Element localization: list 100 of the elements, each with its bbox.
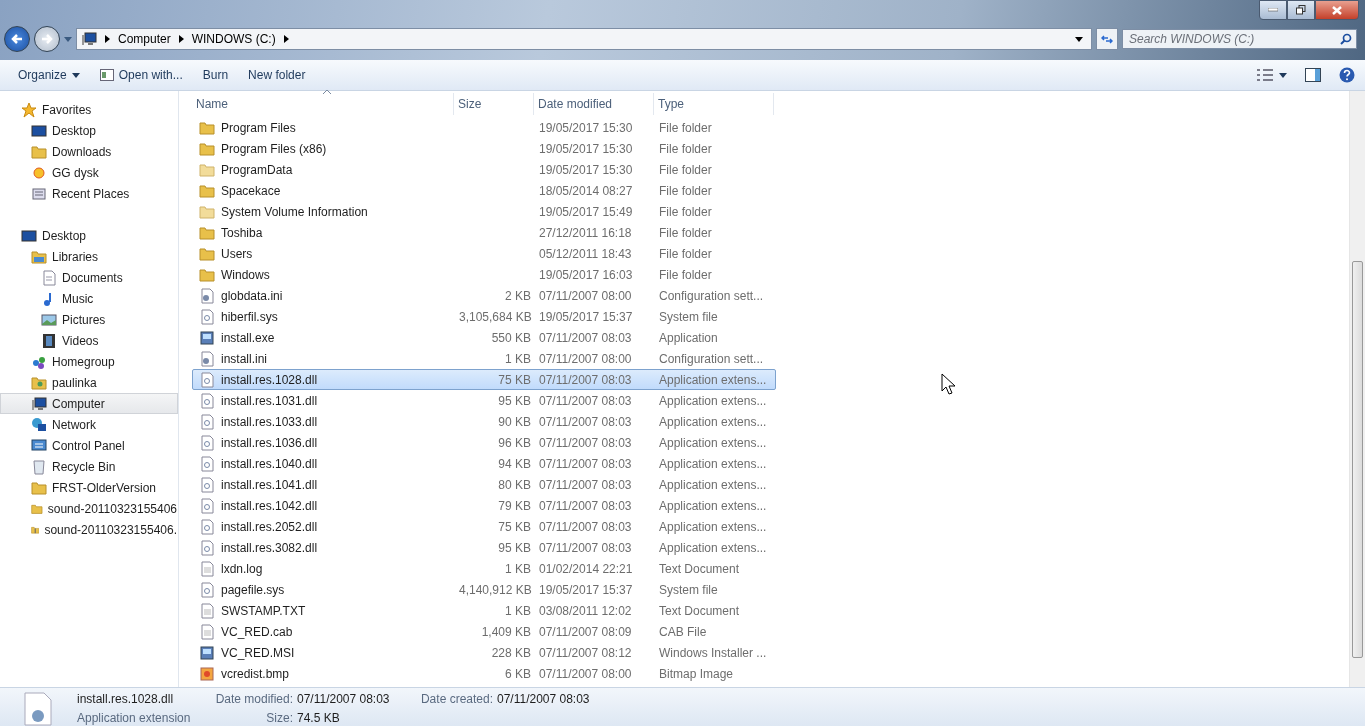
file-row[interactable]: ProgramData 19/05/2017 15:30 File folder (192, 159, 776, 180)
sidebar-icon (31, 437, 47, 454)
sidebar-item[interactable]: FRST-OlderVersion (0, 477, 178, 498)
caret-icon[interactable] (1279, 72, 1287, 78)
file-name: install.res.1036.dll (221, 435, 318, 450)
file-row[interactable]: lxdn.log 1 KB 01/02/2014 22:21 Text Document (192, 558, 776, 579)
preview-pane-icon[interactable] (1305, 68, 1321, 82)
file-type: File folder (659, 141, 712, 156)
file-name: hiberfil.sys (221, 309, 278, 324)
file-row[interactable]: Windows 19/05/2017 16:03 File folder (192, 264, 776, 285)
toolbar-button[interactable]: Burn (194, 65, 237, 85)
sidebar-item[interactable]: Computer (0, 393, 178, 414)
help-icon[interactable] (1339, 67, 1355, 83)
file-row[interactable]: install.res.2052.dll 75 KB 07/11/2007 08:03 Application extens... (192, 516, 776, 537)
maximize-button[interactable] (1287, 0, 1315, 20)
forward-button[interactable] (34, 26, 60, 52)
sidebar-item[interactable]: Videos (0, 330, 178, 351)
toolbar-button[interactable]: Open with... (91, 65, 191, 85)
file-row[interactable]: install.res.1040.dll 94 KB 07/11/2007 08:03 Application extens... (192, 453, 776, 474)
sidebar-item[interactable]: Homegroup (0, 351, 178, 372)
search-icon[interactable] (1340, 33, 1352, 45)
file-row[interactable]: install.exe 550 KB 07/11/2007 08:03 Application (192, 327, 776, 348)
file-row[interactable]: install.res.3082.dll 95 KB 07/11/2007 08:03 Application extens... (192, 537, 776, 558)
file-icon (199, 497, 215, 514)
file-row[interactable]: VC_RED.cab 1,409 KB 07/11/2007 08:09 CAB File (192, 621, 776, 642)
file-row[interactable]: VC_RED.MSI 228 KB 07/11/2007 08:12 Windows Installer ... (192, 642, 776, 663)
file-row[interactable]: install.res.1042.dll 79 KB 07/11/2007 08:03 Application extens... (192, 495, 776, 516)
file-name: SWSTAMP.TXT (221, 603, 306, 618)
column-header[interactable]: Name (192, 93, 454, 115)
file-name: System Volume Information (221, 204, 368, 219)
sidebar-item[interactable]: Desktop (0, 225, 178, 246)
refresh-button[interactable] (1096, 28, 1118, 50)
breadcrumb[interactable]: Computer (118, 32, 171, 46)
file-row[interactable]: Spacekace 18/05/2014 08:27 File folder (192, 180, 776, 201)
file-row[interactable]: install.res.1031.dll 95 KB 07/11/2007 08:03 Application extens... (192, 390, 776, 411)
file-row[interactable]: globdata.ini 2 KB 07/11/2007 08:00 Configuration sett... (192, 285, 776, 306)
chevron-icon[interactable] (283, 35, 289, 43)
file-row[interactable]: Users 05/12/2011 18:43 File folder (192, 243, 776, 264)
file-row[interactable]: SWSTAMP.TXT 1 KB 03/08/2011 12:02 Text Document (192, 600, 776, 621)
sidebar-item[interactable]: Desktop (0, 120, 178, 141)
caret-icon (71, 72, 80, 78)
minimize-icon (1268, 8, 1278, 12)
chevron-icon[interactable] (105, 35, 110, 43)
sidebar-item[interactable]: Recycle Bin (0, 456, 178, 477)
file-name: install.res.1033.dll (221, 414, 318, 429)
file-name: Users (221, 246, 253, 261)
file-row[interactable]: install.res.1033.dll 90 KB 07/11/2007 08:03 Application extens... (192, 411, 776, 432)
file-row[interactable]: install.res.1041.dll 80 KB 07/11/2007 08:03 Application extens... (192, 474, 776, 495)
address-bar[interactable]: Computer WINDOWS (C:) (76, 28, 1092, 50)
toolbar-button[interactable]: New folder (240, 65, 314, 85)
file-size: 80 KB (498, 477, 531, 492)
sidebar-icon (31, 248, 47, 265)
back-button[interactable] (4, 26, 30, 52)
sidebar-item[interactable]: GG dysk (0, 162, 178, 183)
file-row[interactable]: Toshiba 27/12/2011 16:18 File folder (192, 222, 776, 243)
file-size: 3,105,684 KB (459, 309, 532, 324)
date-modified: 27/12/2011 16:18 (539, 225, 632, 240)
sidebar-item[interactable]: Libraries (0, 246, 178, 267)
file-row[interactable]: System Volume Information 19/05/2017 15:49 File folder (192, 201, 776, 222)
sidebar-item[interactable]: Recent Places (0, 183, 178, 204)
sidebar-item[interactable]: Documents (0, 267, 178, 288)
scrollbar[interactable] (1349, 91, 1365, 687)
file-type: Application extens... (659, 393, 767, 408)
sidebar-item[interactable]: Downloads (0, 141, 178, 162)
file-row[interactable]: Program Files 19/05/2017 15:30 File folder (192, 117, 776, 138)
detail-label: Date modified: (214, 692, 294, 707)
file-row[interactable]: vcredist.bmp 6 KB 07/11/2007 08:00 Bitmap Image (192, 663, 776, 684)
view-list-icon[interactable] (1257, 69, 1273, 81)
file-row[interactable]: hiberfil.sys 3,105,684 KB 19/05/2017 15:37 System file (192, 306, 776, 327)
caret-icon[interactable] (1075, 36, 1083, 42)
sidebar-icon (41, 332, 57, 349)
file-row[interactable]: install.res.1036.dll 96 KB 07/11/2007 08:03 Application extens... (192, 432, 776, 453)
column-header[interactable]: Type (654, 93, 774, 115)
sidebar-item[interactable]: Network (0, 414, 178, 435)
sidebar-item[interactable]: sound-20110323155406 (0, 498, 178, 519)
close-button[interactable] (1315, 0, 1359, 20)
sidebar-item[interactable]: Music (0, 288, 178, 309)
breadcrumb[interactable]: WINDOWS (C:) (191, 32, 276, 46)
sidebar-item[interactable]: paulinka (0, 372, 178, 393)
file-row[interactable]: pagefile.sys 4,140,912 KB 19/05/2017 15:37 System file (192, 579, 776, 600)
search-field[interactable]: Search WINDOWS (C:) (1122, 29, 1357, 49)
sidebar-item[interactable]: Control Panel (0, 435, 178, 456)
file-name: vcredist.bmp (221, 666, 290, 681)
file-name: Program Files (221, 120, 296, 135)
sidebar-item[interactable]: Favorites (0, 99, 178, 120)
file-row[interactable]: install.res.1028.dll 75 KB 07/11/2007 08:03 Application extens... (192, 369, 776, 390)
column-header[interactable]: Size (454, 93, 534, 115)
chevron-icon[interactable] (178, 35, 184, 43)
minimize-button[interactable] (1259, 0, 1287, 20)
toolbar-button[interactable]: Organize (10, 65, 88, 85)
column-header[interactable]: Date modified (534, 93, 654, 115)
file-name: pagefile.sys (221, 582, 285, 597)
sidebar-item[interactable]: Pictures (0, 309, 178, 330)
file-row[interactable]: install.ini 1 KB 07/11/2007 08:00 Configuration sett... (192, 348, 776, 369)
window-icon (99, 69, 114, 81)
file-name: Program Files (x86) (221, 141, 327, 156)
file-row[interactable]: Program Files (x86) 19/05/2017 15:30 File folder (192, 138, 776, 159)
file-size: 550 KB (491, 330, 531, 345)
file-type: CAB File (659, 624, 707, 639)
sidebar-item[interactable]: sound-20110323155406. (0, 519, 178, 540)
